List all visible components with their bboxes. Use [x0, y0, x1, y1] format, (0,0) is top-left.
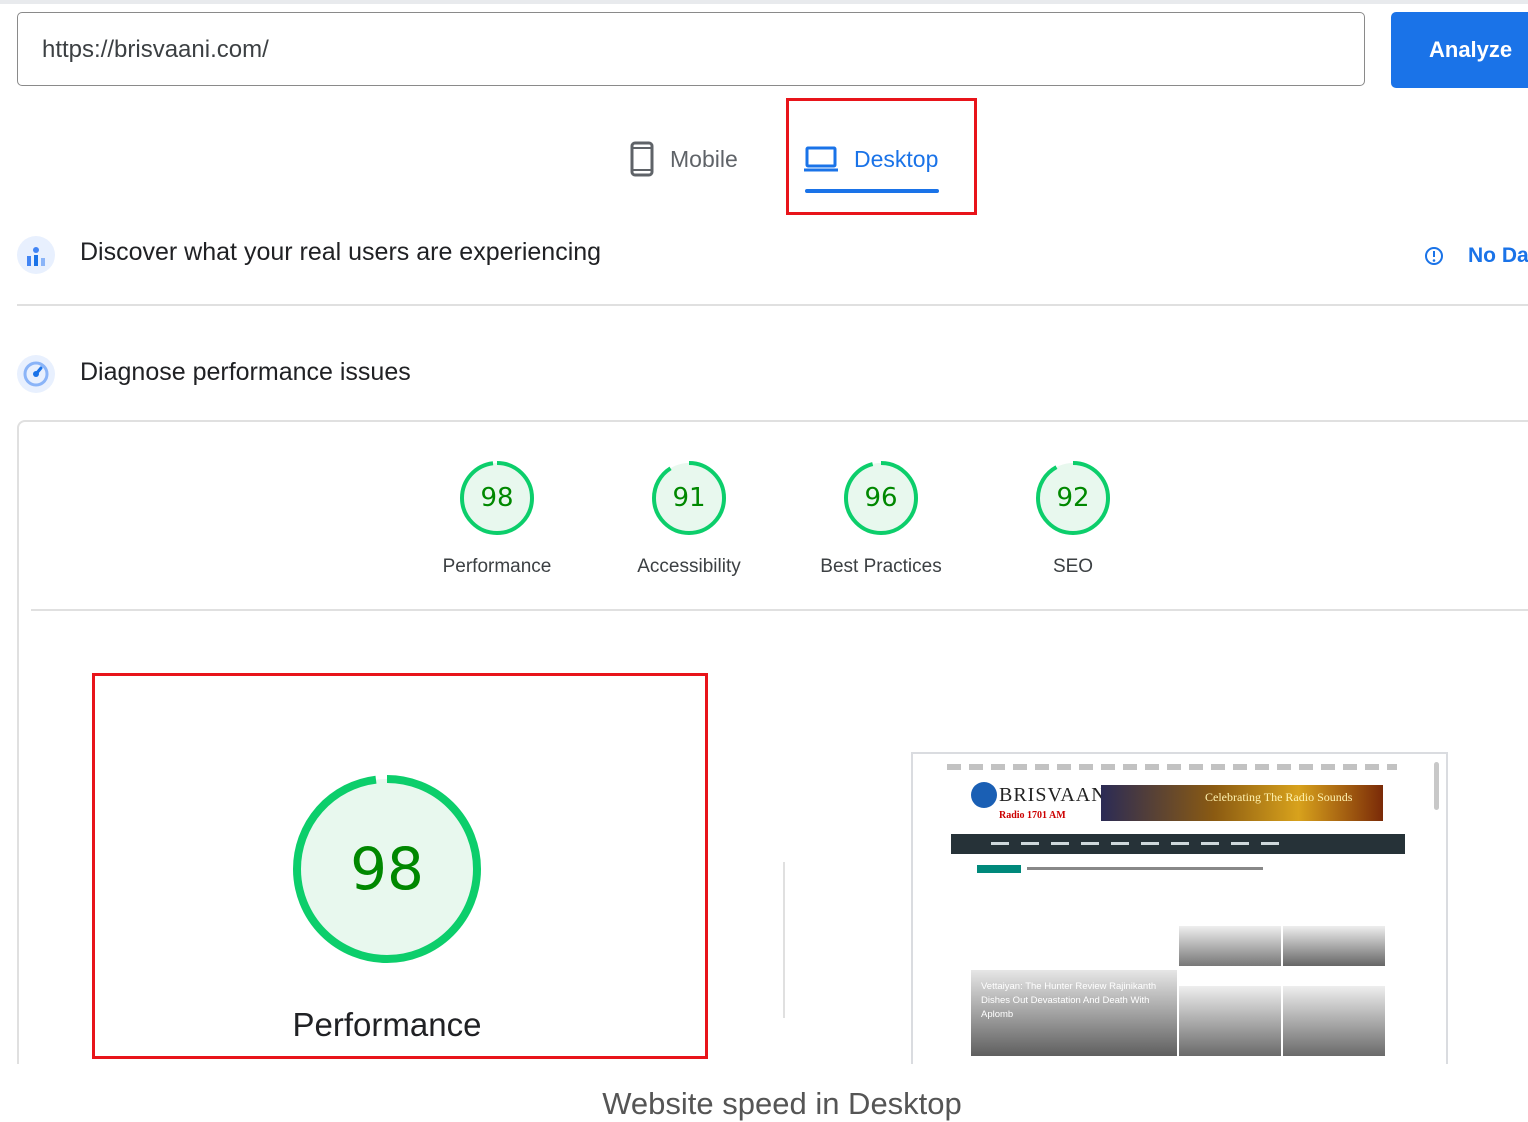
users-chart-icon — [17, 236, 55, 279]
thumb-logo-subtext: Radio 1701 AM — [999, 810, 1066, 821]
score-label: Best Practices — [820, 556, 942, 577]
thumb-tile — [1283, 926, 1385, 966]
url-input[interactable]: https://brisvaani.com/ — [17, 12, 1365, 86]
thumb-tile — [1179, 926, 1281, 966]
score-ring: 96 — [844, 461, 918, 535]
score-label: SEO — [1052, 556, 1094, 577]
thumb-banner: Celebrating The Radio Sounds — [1101, 785, 1383, 821]
thumb-ticker-badge — [977, 865, 1021, 873]
tab-mobile[interactable]: Mobile — [630, 134, 738, 184]
highlight-box-performance — [92, 673, 708, 1059]
field-data-title: Discover what your real users are experi… — [80, 238, 602, 266]
url-input-value[interactable]: https://brisvaani.com/ — [42, 36, 269, 64]
score-label: Accessibility — [637, 556, 741, 577]
score-ring: 91 — [652, 461, 726, 535]
score-value: 98 — [480, 483, 513, 513]
score-value: 91 — [672, 483, 705, 513]
diagnose-title: Diagnose performance issues — [80, 358, 411, 386]
gauge-icon — [17, 355, 55, 398]
tab-mobile-label: Mobile — [670, 145, 738, 172]
score-divider — [31, 609, 1528, 611]
thumb-main-story: Vettaiyan: The Hunter Review Rajinikanth… — [971, 970, 1177, 1056]
score-gauge[interactable]: 92 SEO — [998, 458, 1148, 578]
page-screenshot-thumbnail: BRISVAANI Radio 1701 AM Celebrating The … — [911, 752, 1448, 1072]
thumb-headline: Vettaiyan: The Hunter Review Rajinikanth… — [981, 981, 1157, 1020]
no-data-link[interactable]: No Da — [1424, 244, 1528, 268]
thumb-ticker-text — [1027, 867, 1263, 870]
info-icon — [1425, 247, 1443, 265]
thumb-scrollbar[interactable] — [1434, 762, 1439, 810]
top-border — [0, 0, 1528, 4]
score-ring: 92 — [1036, 461, 1110, 535]
highlight-box-desktop — [786, 98, 977, 215]
vertical-separator — [783, 862, 785, 1018]
score-gauge[interactable]: 98 Performance — [422, 458, 572, 578]
smartphone-icon — [630, 141, 654, 177]
score-value: 96 — [864, 483, 897, 513]
thumb-tile — [1283, 986, 1385, 1056]
score-ring: 98 — [460, 461, 534, 535]
score-gauge[interactable]: 91 Accessibility — [614, 458, 764, 578]
thumb-menubar — [951, 834, 1405, 854]
score-label: Performance — [442, 556, 552, 577]
no-data-label: No Da — [1468, 244, 1528, 267]
thumb-banner-text: Celebrating The Radio Sounds — [1205, 790, 1353, 804]
section-divider — [17, 304, 1528, 306]
score-gauge[interactable]: 96 Best Practices — [806, 458, 956, 578]
analyze-button[interactable]: Analyze — [1391, 12, 1528, 88]
thumb-tile — [1179, 986, 1281, 1056]
image-caption: Website speed in Desktop — [602, 1086, 962, 1121]
score-value: 92 — [1056, 483, 1089, 513]
thumb-topbar — [947, 764, 1397, 770]
thumb-logo-text: BRISVAANI — [999, 784, 1115, 806]
thumb-logo-icon — [971, 782, 997, 808]
